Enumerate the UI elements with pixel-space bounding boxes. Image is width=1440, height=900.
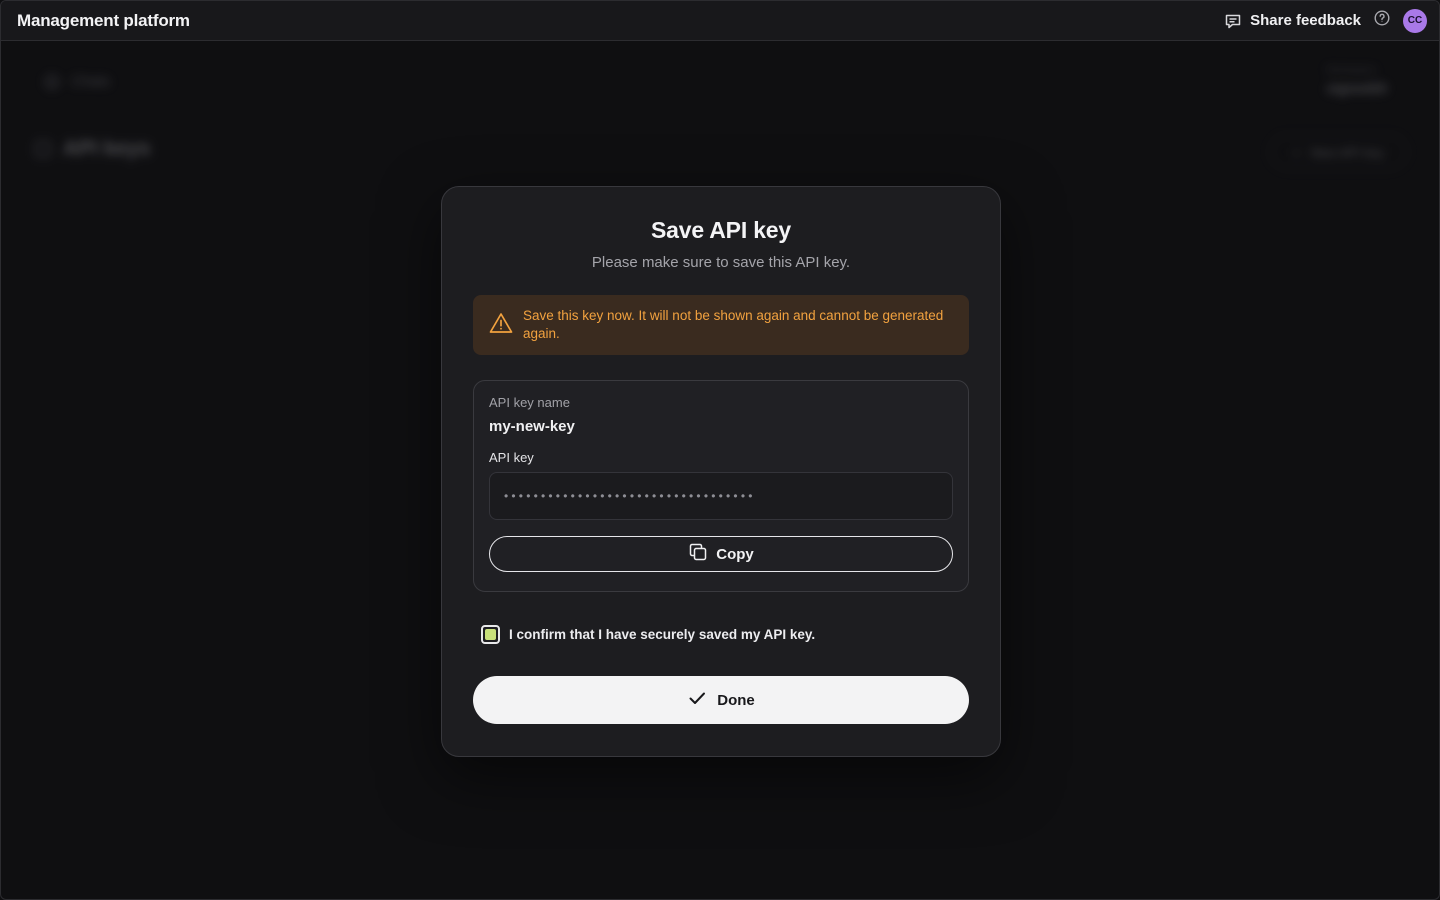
help-button[interactable] (1373, 10, 1391, 31)
confirm-label[interactable]: I confirm that I have securely saved my … (509, 627, 815, 642)
api-key-card: API key name my-new-key API key ••••••••… (473, 380, 969, 592)
confirm-checkbox[interactable] (481, 625, 500, 644)
copy-icon (688, 542, 708, 566)
checkmark-icon (687, 688, 707, 712)
done-label: Done (717, 691, 755, 709)
checkbox-checked-indicator (485, 629, 496, 640)
dialog-title: Save API key (651, 217, 791, 243)
help-icon (1374, 10, 1390, 31)
copy-button[interactable]: Copy (489, 536, 953, 572)
copy-label: Copy (716, 545, 754, 563)
warning-banner: Save this key now. It will not be shown … (473, 295, 969, 355)
done-button[interactable]: Done (473, 676, 969, 724)
save-api-key-dialog: Save API key Please make sure to save th… (441, 186, 1001, 757)
key-name-value: my-new-key (489, 418, 575, 435)
app-title: Management platform (17, 10, 190, 30)
api-key-field[interactable]: •••••••••••••••••••••••••••••••••• (489, 472, 953, 520)
warning-text: Save this key now. It will not be shown … (523, 308, 944, 341)
top-bar: Management platform Share feedback CC (1, 1, 1439, 41)
share-feedback-button[interactable]: Share feedback (1224, 12, 1361, 30)
chat-bubble-icon (1224, 12, 1242, 30)
dialog-subtitle: Please make sure to save this API key. (591, 254, 851, 271)
key-name-label: API key name (489, 395, 570, 410)
top-bar-actions: Share feedback CC (1224, 8, 1427, 33)
share-feedback-label: Share feedback (1250, 12, 1361, 29)
user-avatar[interactable]: CC (1403, 8, 1427, 33)
warning-triangle-icon (489, 312, 513, 339)
confirm-row: I confirm that I have securely saved my … (473, 625, 969, 644)
api-key-label: API key (489, 450, 534, 465)
app-window: Management platform Share feedback CC Ch… (0, 0, 1440, 900)
